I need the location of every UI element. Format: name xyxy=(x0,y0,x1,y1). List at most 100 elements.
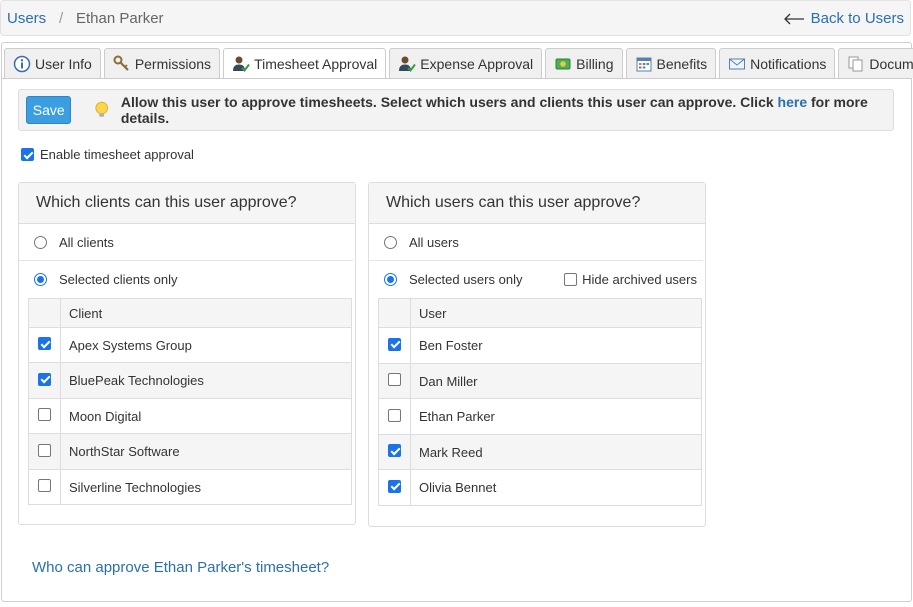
user-name: Ethan Parker xyxy=(410,398,702,435)
row-checkbox[interactable] xyxy=(388,337,401,351)
table-row[interactable]: Dan Miller xyxy=(378,363,702,399)
table-row[interactable]: Mark Reed xyxy=(378,434,702,470)
tab-expense-approval[interactable]: Expense Approval xyxy=(389,48,543,78)
table-row[interactable]: Ethan Parker xyxy=(378,398,702,435)
notice-text-before: Allow this user to approve timesheets. S… xyxy=(120,94,778,110)
row-checkbox[interactable] xyxy=(38,372,51,386)
who-can-approve-link[interactable]: Who can approve Ethan Parker's timesheet… xyxy=(32,559,329,576)
users-table: User Ben Foster Dan Miller Ethan Parker xyxy=(378,298,702,506)
client-name: NorthStar Software xyxy=(60,433,352,470)
info-icon xyxy=(13,55,31,72)
tab-label: Billing xyxy=(576,55,614,72)
user-name: Mark Reed xyxy=(410,434,702,470)
save-button[interactable]: Save xyxy=(26,96,72,124)
all-clients-option[interactable]: All clients xyxy=(19,224,353,261)
tab-user-info[interactable]: User Info xyxy=(4,48,101,78)
back-to-users-link[interactable]: Back to Users xyxy=(783,10,904,27)
row-checkbox[interactable] xyxy=(38,337,51,350)
row-checkbox[interactable] xyxy=(38,479,51,492)
client-name: Apex Systems Group xyxy=(60,327,352,363)
tab-timesheet-approval[interactable]: Timesheet Approval xyxy=(223,48,387,79)
table-row[interactable]: Olivia Bennet xyxy=(378,469,702,506)
all-clients-radio[interactable] xyxy=(34,235,47,249)
table-row[interactable]: NorthStar Software xyxy=(28,433,352,470)
info-notice: Save Allow this user to approve timeshee… xyxy=(18,89,894,131)
enable-approval-checkbox[interactable] xyxy=(21,148,34,161)
client-name: Silverline Technologies xyxy=(60,469,352,505)
row-checkbox[interactable] xyxy=(388,373,401,386)
selected-clients-option[interactable]: Selected clients only xyxy=(19,261,353,298)
tab-label: Documents xyxy=(869,55,913,72)
all-clients-label: All clients xyxy=(59,234,114,250)
table-header-row: User xyxy=(378,298,702,328)
row-checkbox[interactable] xyxy=(388,444,401,457)
tab-label: User Info xyxy=(35,55,92,72)
select-column-header xyxy=(28,298,61,328)
tab-label: Expense Approval xyxy=(420,55,534,72)
documents-icon xyxy=(848,56,863,71)
back-to-users-label: Back to Users xyxy=(810,10,904,27)
all-users-option[interactable]: All users xyxy=(369,224,703,261)
selected-clients-label: Selected clients only xyxy=(59,272,178,287)
client-name: BluePeak Technologies xyxy=(60,362,352,399)
selected-users-label: Selected users only xyxy=(409,272,523,287)
tab-notifications[interactable]: Notifications xyxy=(719,48,836,78)
client-name: Moon Digital xyxy=(60,398,352,434)
enable-timesheet-approval[interactable]: Enable timesheet approval xyxy=(21,147,194,162)
tab-billing[interactable]: Billing xyxy=(545,48,623,78)
notice-text: Allow this user to approve timesheets. S… xyxy=(121,94,893,126)
tab-documents[interactable]: Documents xyxy=(838,48,913,78)
hide-archived-label: Hide archived users xyxy=(582,272,697,287)
tab-bar: User Info Permissions Timesheet Approval xyxy=(4,48,913,79)
clients-approval-box: Which clients can this user approve? All… xyxy=(18,182,356,525)
table-row[interactable]: Apex Systems Group xyxy=(28,327,352,363)
select-column-header xyxy=(378,298,411,328)
user-name: Ben Foster xyxy=(410,327,702,364)
user-check-icon xyxy=(399,56,417,72)
user-check-icon xyxy=(233,56,250,73)
table-row[interactable]: BluePeak Technologies xyxy=(28,362,352,399)
row-checkbox[interactable] xyxy=(388,408,401,422)
table-header-row: Client xyxy=(28,298,352,328)
row-checkbox[interactable] xyxy=(388,479,401,493)
tab-permissions[interactable]: Permissions xyxy=(103,48,221,78)
table-row[interactable]: Ben Foster xyxy=(378,327,702,364)
users-box-title: Which users can this user approve? xyxy=(369,183,705,224)
lightbulb-icon xyxy=(95,101,109,117)
tab-divider xyxy=(2,78,911,79)
user-column-header: User xyxy=(410,298,702,328)
tab-label: Benefits xyxy=(656,55,708,72)
tab-label: Notifications xyxy=(750,55,827,72)
breadcrumb: Users / Ethan Parker Back to Users xyxy=(0,0,911,36)
clients-box-title: Which clients can this user approve? xyxy=(19,183,355,224)
hide-archived-users[interactable]: Hide archived users xyxy=(564,272,697,287)
breadcrumb-current: Ethan Parker xyxy=(76,10,164,27)
clients-table: Client Apex Systems Group BluePeak Techn… xyxy=(28,298,352,505)
all-users-radio[interactable] xyxy=(384,235,397,249)
breadcrumb-separator: / xyxy=(59,10,64,27)
tab-label: Permissions xyxy=(134,55,212,72)
row-checkbox[interactable] xyxy=(38,443,51,457)
table-row[interactable]: Moon Digital xyxy=(28,398,352,434)
money-icon xyxy=(555,58,571,69)
breadcrumb-users-link[interactable]: Users xyxy=(7,10,46,27)
envelope-icon xyxy=(729,58,746,69)
all-users-label: All users xyxy=(409,234,459,250)
arrow-left-icon xyxy=(783,13,804,24)
row-checkbox[interactable] xyxy=(38,408,51,421)
tab-label: Timesheet Approval xyxy=(254,56,378,72)
user-name: Olivia Bennet xyxy=(410,469,702,506)
client-column-header: Client xyxy=(60,298,352,328)
users-approval-box: Which users can this user approve? All u… xyxy=(368,182,706,527)
selected-users-radio[interactable] xyxy=(384,273,397,286)
table-row[interactable]: Silverline Technologies xyxy=(28,469,352,505)
selected-clients-radio[interactable] xyxy=(34,273,47,286)
enable-approval-label: Enable timesheet approval xyxy=(40,147,194,162)
keys-icon xyxy=(113,55,129,71)
calendar-icon xyxy=(636,57,651,71)
hide-archived-checkbox[interactable] xyxy=(564,273,578,286)
user-name: Dan Miller xyxy=(410,363,702,399)
tab-benefits[interactable]: Benefits xyxy=(625,48,717,78)
details-link[interactable]: here xyxy=(778,94,808,110)
selected-users-option[interactable]: Selected users only Hide archived users xyxy=(369,261,703,298)
